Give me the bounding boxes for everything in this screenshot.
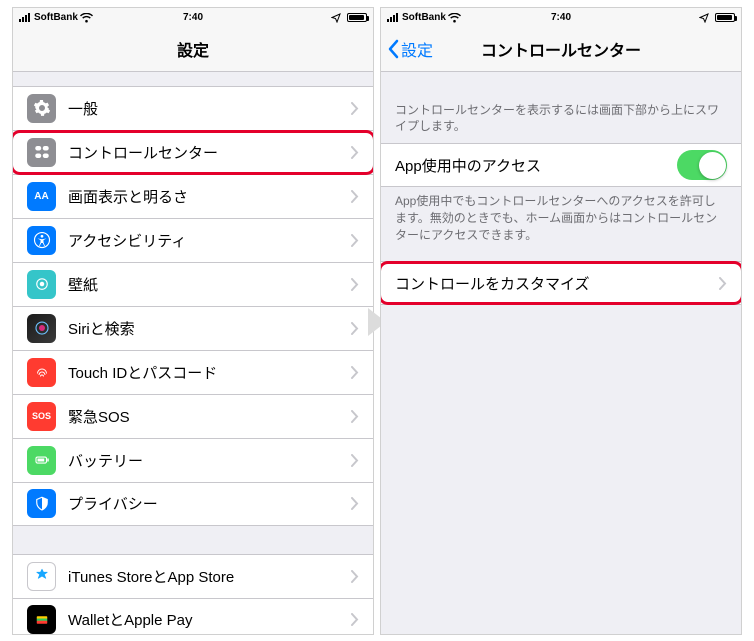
cell-label: コントロールをカスタマイズ bbox=[395, 273, 719, 294]
control-center-icon bbox=[27, 138, 56, 167]
cell-display[interactable]: AA 画面表示と明るさ bbox=[13, 174, 373, 218]
status-time: 7:40 bbox=[503, 12, 619, 23]
cell-siri[interactable]: Siriと検索 bbox=[13, 306, 373, 350]
settings-screen: SoftBank 7:40 設定 一般 bbox=[12, 7, 374, 635]
cell-itunes-store[interactable]: iTunes StoreとApp Store bbox=[13, 554, 373, 598]
chevron-right-icon bbox=[351, 234, 359, 247]
privacy-icon bbox=[27, 489, 56, 518]
access-toggle[interactable] bbox=[677, 150, 727, 180]
chevron-right-icon bbox=[351, 613, 359, 626]
cell-label: WalletとApple Pay bbox=[68, 609, 351, 630]
chevron-right-icon bbox=[351, 278, 359, 291]
wifi-icon bbox=[80, 13, 93, 23]
chevron-right-icon bbox=[719, 277, 727, 290]
battery-icon bbox=[345, 13, 367, 22]
gear-icon bbox=[27, 94, 56, 123]
display-icon: AA bbox=[27, 182, 56, 211]
cell-label: 壁紙 bbox=[68, 274, 351, 295]
cell-battery[interactable]: バッテリー bbox=[13, 438, 373, 482]
appstore-icon bbox=[27, 562, 56, 591]
siri-icon bbox=[27, 314, 56, 343]
chevron-right-icon bbox=[351, 497, 359, 510]
cell-label: Touch IDとパスコード bbox=[68, 362, 351, 383]
chevron-right-icon bbox=[351, 146, 359, 159]
cell-general[interactable]: 一般 bbox=[13, 86, 373, 130]
back-label: 設定 bbox=[401, 37, 433, 61]
location-icon bbox=[331, 13, 341, 23]
sos-icon: SOS bbox=[27, 402, 56, 431]
location-icon bbox=[699, 13, 709, 23]
page-title: 設定 bbox=[177, 37, 209, 61]
accessibility-icon bbox=[27, 226, 56, 255]
chevron-right-icon bbox=[351, 190, 359, 203]
battery-icon bbox=[713, 13, 735, 22]
signal-icon bbox=[387, 13, 398, 22]
status-bar: SoftBank 7:40 bbox=[13, 8, 373, 28]
chevron-right-icon bbox=[351, 570, 359, 583]
settings-list: 一般 コントロールセンター AA 画面表示と明るさ アクセシビリティ bbox=[13, 72, 373, 634]
cell-wallet[interactable]: WalletとApple Pay bbox=[13, 598, 373, 634]
signal-icon bbox=[19, 13, 30, 22]
chevron-right-icon bbox=[351, 102, 359, 115]
cell-app-access[interactable]: App使用中のアクセス bbox=[381, 143, 741, 187]
chevron-right-icon bbox=[351, 410, 359, 423]
cell-label: App使用中のアクセス bbox=[395, 155, 677, 176]
cell-wallpaper[interactable]: 壁紙 bbox=[13, 262, 373, 306]
cell-label: プライバシー bbox=[68, 493, 351, 514]
cell-touchid[interactable]: Touch IDとパスコード bbox=[13, 350, 373, 394]
page-title: コントロールセンター bbox=[481, 37, 641, 61]
status-bar: SoftBank 7:40 bbox=[381, 8, 741, 28]
touchid-icon bbox=[27, 358, 56, 387]
cell-label: Siriと検索 bbox=[68, 318, 351, 339]
cell-control-center[interactable]: コントロールセンター bbox=[13, 130, 373, 174]
cell-privacy[interactable]: プライバシー bbox=[13, 482, 373, 526]
carrier-label: SoftBank bbox=[402, 12, 446, 23]
cell-label: アクセシビリティ bbox=[68, 230, 351, 251]
cell-label: 緊急SOS bbox=[68, 406, 351, 427]
cell-customize-controls[interactable]: コントロールをカスタマイズ bbox=[381, 261, 741, 305]
nav-bar: 設定 コントロールセンター bbox=[381, 28, 741, 72]
wifi-icon bbox=[448, 13, 461, 23]
cell-label: 画面表示と明るさ bbox=[68, 186, 351, 207]
back-button[interactable]: 設定 bbox=[387, 28, 433, 71]
chevron-right-icon bbox=[351, 322, 359, 335]
cell-label: バッテリー bbox=[68, 450, 351, 471]
note-text: App使用中でもコントロールセンターへのアクセスを許可します。無効のときでも、ホ… bbox=[381, 187, 741, 251]
wallpaper-icon bbox=[27, 270, 56, 299]
nav-bar: 設定 bbox=[13, 28, 373, 72]
cell-accessibility[interactable]: アクセシビリティ bbox=[13, 218, 373, 262]
control-center-screen: SoftBank 7:40 設定 コントロールセンター コントロールセンターを表… bbox=[380, 7, 742, 635]
chevron-right-icon bbox=[351, 454, 359, 467]
chevron-right-icon bbox=[351, 366, 359, 379]
battery-settings-icon bbox=[27, 446, 56, 475]
cell-label: コントロールセンター bbox=[68, 142, 351, 163]
control-center-content: コントロールセンターを表示するには画面下部から上にスワイプします。 App使用中… bbox=[381, 72, 741, 634]
cell-label: 一般 bbox=[68, 98, 351, 119]
status-time: 7:40 bbox=[135, 12, 251, 23]
wallet-icon bbox=[27, 605, 56, 634]
cell-sos[interactable]: SOS 緊急SOS bbox=[13, 394, 373, 438]
cell-label: iTunes StoreとApp Store bbox=[68, 566, 351, 587]
note-text: コントロールセンターを表示するには画面下部から上にスワイプします。 bbox=[381, 96, 741, 144]
carrier-label: SoftBank bbox=[34, 12, 78, 23]
